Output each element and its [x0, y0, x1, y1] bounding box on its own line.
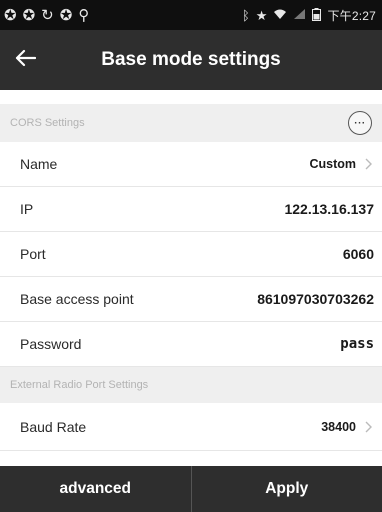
row-label: Name: [20, 156, 58, 172]
bluetooth-icon: ᛒ: [241, 7, 250, 23]
row-value: 38400: [321, 419, 356, 434]
notification-icon: ✪: [22, 6, 36, 24]
back-button[interactable]: [0, 30, 50, 90]
radio-section-title: External Radio Port Settings: [10, 379, 149, 391]
setting-row-baud-rate[interactable]: Baud Rate 38400: [0, 403, 382, 451]
row-label: Base access point: [20, 291, 134, 307]
status-bar: ✪ ✪ ↻ ✪ ⚲ ᛒ ★ 下午2:27: [0, 0, 382, 30]
title-bar: Base mode settings: [0, 30, 382, 90]
row-label: Baud Rate: [20, 418, 87, 435]
cors-section-header: CORS Settings ···: [0, 104, 382, 142]
more-options-button[interactable]: ···: [348, 111, 372, 135]
cors-section-title: CORS Settings: [10, 117, 85, 129]
status-right-icons: ᛒ ★ 下午2:27: [242, 7, 376, 24]
notification-icon: ✪: [59, 6, 73, 24]
row-label: IP: [20, 201, 34, 217]
more-icon: ···: [354, 117, 366, 129]
row-value: pass: [340, 336, 374, 352]
sync-icon: ↻: [41, 6, 54, 24]
star-icon: ★: [255, 7, 268, 23]
location-pin-icon: ⚲: [78, 6, 90, 24]
bottom-action-bar: advanced Apply: [0, 466, 382, 512]
wifi-icon: [273, 8, 287, 22]
radio-section-header: External Radio Port Settings: [0, 367, 382, 403]
row-value: 122.13.16.137: [284, 201, 374, 217]
row-label: Port: [20, 246, 46, 262]
chevron-right-icon: [362, 421, 374, 433]
header-gap: [0, 90, 382, 104]
row-value: 6060: [342, 246, 374, 262]
setting-row-base-access-point[interactable]: Base access point 861097030703262: [0, 277, 382, 322]
status-time: 下午2:27: [327, 8, 376, 23]
row-label: Password: [20, 336, 82, 352]
setting-row-port[interactable]: Port 6060: [0, 232, 382, 277]
arrow-left-icon: [14, 49, 37, 72]
row-value: 861097030703262: [257, 291, 374, 307]
page-title: Base mode settings: [101, 49, 281, 70]
notification-icon: ✪: [4, 6, 17, 24]
status-left-icons: ✪ ✪ ↻ ✪ ⚲: [4, 8, 89, 23]
signal-icon: [293, 8, 306, 22]
chevron-right-icon: [362, 158, 374, 170]
setting-row-ip[interactable]: IP 122.13.16.137: [0, 187, 382, 232]
app-root: ✪ ✪ ↻ ✪ ⚲ ᛒ ★ 下午2:27 Base mode settings …: [0, 0, 382, 512]
advanced-button[interactable]: advanced: [0, 466, 192, 512]
apply-button[interactable]: Apply: [192, 466, 382, 512]
setting-row-password[interactable]: Password pass: [0, 322, 382, 367]
row-value: Custom: [309, 157, 356, 171]
battery-icon: [312, 7, 322, 23]
setting-row-name[interactable]: Name Custom: [0, 142, 382, 187]
